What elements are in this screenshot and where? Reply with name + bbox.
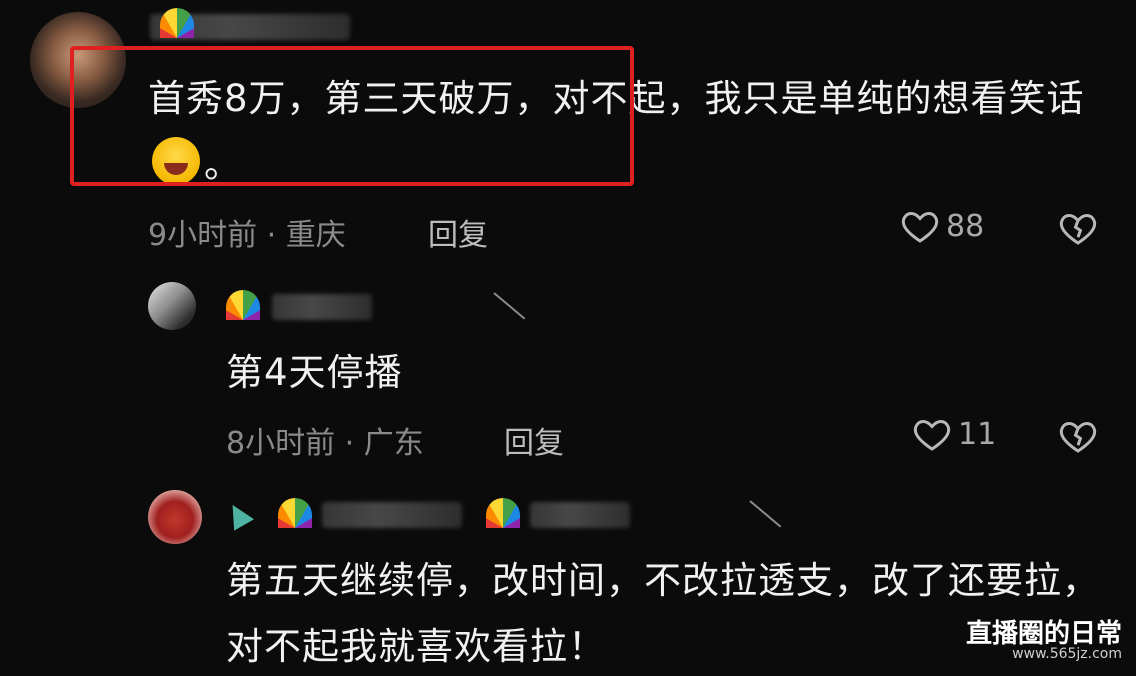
slipper-emoji-icon: ▲ xyxy=(218,492,257,535)
dislike-button[interactable] xyxy=(1058,416,1098,460)
reply-button[interactable]: 回复 xyxy=(428,210,488,254)
like-count: 88 xyxy=(946,208,985,244)
broken-heart-icon xyxy=(1059,421,1097,453)
rainbow-emoji-icon xyxy=(486,498,526,534)
dislike-button[interactable] xyxy=(1058,208,1098,252)
heart-icon xyxy=(901,211,939,243)
like-button[interactable]: 11 xyxy=(912,414,996,454)
comment-thread: 首秀8万，第三天破万，对不起，我只是单纯的想看笑话。 9小时前 · 重庆 回复 … xyxy=(0,0,1136,676)
user-avatar[interactable] xyxy=(148,490,202,544)
user-avatar[interactable] xyxy=(148,282,196,330)
heart-icon xyxy=(913,419,951,451)
rainbow-emoji-icon xyxy=(278,498,318,534)
rainbow-emoji-icon xyxy=(160,8,200,44)
username-redacted[interactable] xyxy=(322,502,462,528)
like-button[interactable]: 88 xyxy=(900,206,984,246)
like-count: 11 xyxy=(958,416,997,452)
reply-button[interactable]: 回复 xyxy=(504,418,564,462)
reply-arrow-icon xyxy=(493,292,526,320)
reply-arrow-icon xyxy=(749,500,782,528)
comment-timestamp: 9小时前 · 重庆 xyxy=(148,218,346,253)
username-redacted[interactable] xyxy=(272,294,372,320)
highlight-annotation xyxy=(70,46,634,186)
watermark-title: 直播圈的日常 xyxy=(965,619,1122,649)
comment-timestamp: 8小时前 · 广东 xyxy=(226,426,424,461)
broken-heart-icon xyxy=(1059,213,1097,245)
rainbow-emoji-icon xyxy=(226,290,266,326)
comment-text: 第4天停播 xyxy=(226,351,403,394)
watermark: 直播圈的日常 www.565jz.com xyxy=(966,613,1122,662)
username-redacted[interactable] xyxy=(530,502,630,528)
